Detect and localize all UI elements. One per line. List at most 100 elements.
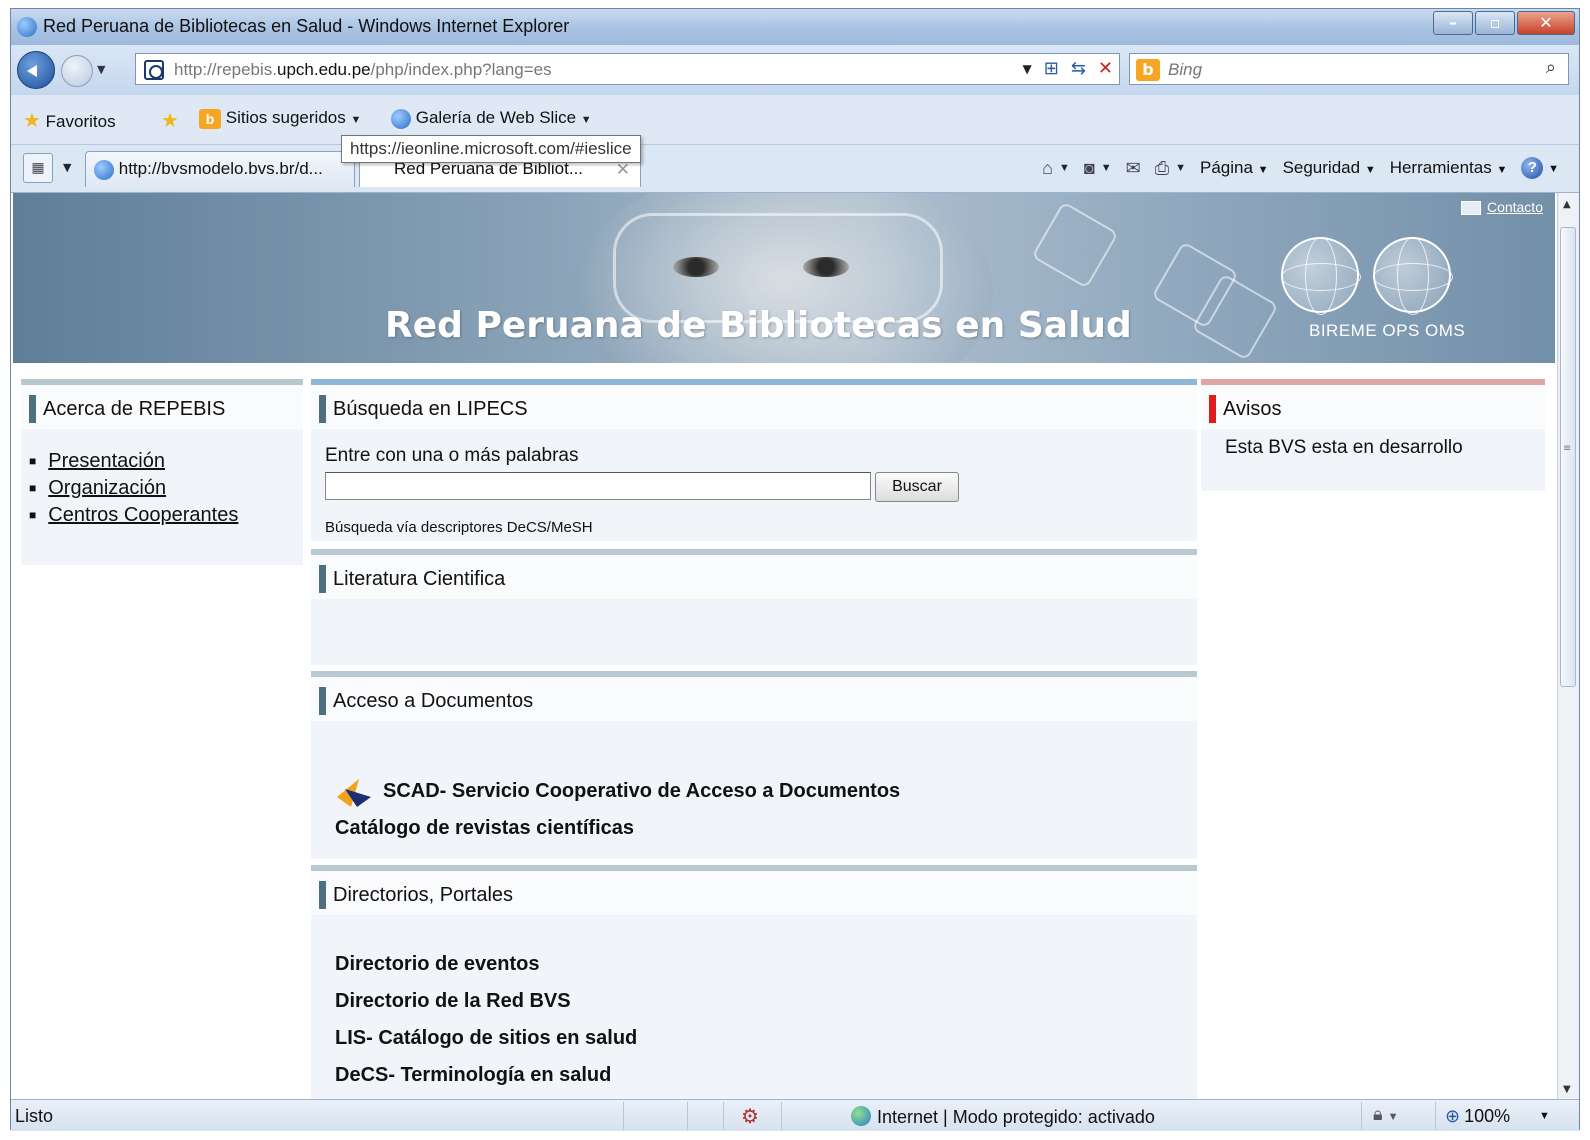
chevron-down-icon[interactable]: ▼ xyxy=(1175,162,1186,174)
forward-button[interactable] xyxy=(61,55,93,87)
organizations-label: BIREME OPS OMS xyxy=(1309,321,1466,340)
print-icon[interactable]: ⎙ xyxy=(1155,158,1169,179)
heading-bar xyxy=(29,395,36,423)
stop-icon[interactable]: ✕ xyxy=(1098,58,1113,79)
directories-heading: Directorios, Portales xyxy=(333,884,514,906)
close-button[interactable]: ✕ xyxy=(1517,11,1575,35)
decs-terminology-link[interactable]: DeCS- Terminología en salud xyxy=(335,1064,611,1087)
presentation-link[interactable]: Presentación xyxy=(48,450,165,472)
chevron-down-icon[interactable]: ▼ xyxy=(1101,162,1112,174)
address-dropdown-icon[interactable]: ▼ xyxy=(1022,58,1031,79)
heading-bar xyxy=(319,565,326,593)
url-host: upch.edu.pe xyxy=(277,60,371,79)
about-heading: Acerca de REPEBIS xyxy=(43,398,226,420)
site-favicon-icon xyxy=(144,60,164,80)
suggested-sites-label: Sitios sugeridos xyxy=(225,108,346,127)
search-box[interactable]: b Bing ⌕ xyxy=(1129,53,1569,85)
ie-page-icon xyxy=(94,159,114,180)
bvs-network-directory-link[interactable]: Directorio de la Red BVS xyxy=(335,990,571,1013)
site-title: Red Peruana de Bibliotecas en Salud xyxy=(385,305,1132,346)
protected-mode-icon[interactable]: 🔒︎ ▼ xyxy=(1373,1104,1398,1125)
decs-search-link[interactable]: Búsqueda vía descriptores DeCS/MeSH xyxy=(325,519,593,536)
window-title: Red Peruana de Bibliotecas en Salud - Wi… xyxy=(43,16,570,36)
journal-catalog-link[interactable]: Catálogo de revistas científicas xyxy=(335,817,634,840)
security-zone[interactable]: Internet | Modo protegido: activado xyxy=(851,1106,1155,1128)
events-directory-link[interactable]: Directorio de eventos xyxy=(335,953,540,976)
status-bar: Listo ⚙ Internet | Modo protegido: activ… xyxy=(11,1099,1579,1131)
panel-header: Acceso a Documentos xyxy=(311,677,1197,721)
search-button[interactable]: Buscar xyxy=(875,472,959,502)
favorites-label: Favoritos xyxy=(45,112,116,131)
notices-panel: Avisos Esta BVS esta en desarrollo xyxy=(1201,379,1545,491)
help-icon: ? xyxy=(1521,157,1544,179)
bing-logo-icon: b xyxy=(1136,59,1160,81)
suggested-sites-button[interactable]: b Sitios sugeridos ▼ xyxy=(199,108,361,129)
search-icon[interactable]: ⌕ xyxy=(1546,57,1556,78)
scroll-up-icon[interactable]: ▲ xyxy=(1563,199,1571,210)
quick-tabs-icon[interactable]: ▦ xyxy=(23,153,53,183)
maximize-button[interactable]: ▫ xyxy=(1475,11,1515,35)
privacy-icon[interactable]: ⚙ xyxy=(741,1104,759,1129)
add-star-icon: ★ xyxy=(161,110,179,132)
web-slice-gallery-button[interactable]: Galería de Web Slice ▼ xyxy=(391,108,592,129)
divider xyxy=(687,1102,688,1130)
tab-bar: ▦ ▼ http://bvsmodelo.bvs.br/d... Red Per… xyxy=(11,145,1579,193)
address-url[interactable]: http://repebis.upch.edu.pe/php/index.php… xyxy=(174,60,552,80)
scad-link[interactable]: SCAD- Servicio Cooperativo de Acceso a D… xyxy=(383,780,900,803)
molecule-decoration xyxy=(1031,201,1119,289)
navigation-bar: ▼ http://repebis.upch.edu.pe/php/index.p… xyxy=(11,45,1579,95)
organization-link[interactable]: Organización xyxy=(48,477,166,499)
home-icon[interactable]: ⌂ xyxy=(1042,158,1053,179)
window-controls: – ▫ ✕ xyxy=(1431,11,1575,35)
address-bar[interactable]: http://repebis.upch.edu.pe/php/index.php… xyxy=(135,53,1120,85)
star-icon: ★ xyxy=(23,110,41,132)
tab-label: http://bvsmodelo.bvs.br/d... xyxy=(118,159,323,178)
chevron-down-icon[interactable]: ▼ xyxy=(1059,162,1070,174)
chevron-down-icon: ▼ xyxy=(1548,163,1559,175)
title-bar: Red Peruana de Bibliotecas en Salud - Wi… xyxy=(11,9,1579,45)
lis-catalog-link[interactable]: LIS- Catálogo de sitios en salud xyxy=(335,1027,637,1050)
minimize-button[interactable]: – xyxy=(1433,11,1473,35)
recent-pages-dropdown-icon[interactable]: ▼ xyxy=(97,63,105,76)
tools-menu[interactable]: Herramientas ▼ xyxy=(1390,158,1508,178)
chevron-down-icon: ▼ xyxy=(350,114,362,126)
contact-label: Contacto xyxy=(1486,199,1543,215)
address-tools: ▼ ⊞ ⇆ ✕ xyxy=(1022,58,1113,79)
literature-panel: Literatura Cientifica xyxy=(311,549,1197,665)
add-favorite-icon[interactable]: ★ xyxy=(161,108,179,133)
chevron-down-icon: ▼ xyxy=(1364,164,1376,176)
zoom-icon: ⊕ xyxy=(1445,1106,1461,1126)
scroll-down-icon[interactable]: ▼ xyxy=(1563,1084,1571,1095)
zone-label: Internet | Modo protegido: activado xyxy=(877,1107,1155,1127)
zoom-control[interactable]: ⊕ 100% xyxy=(1445,1106,1510,1127)
heading-bar xyxy=(319,687,326,715)
compatibility-view-icon[interactable]: ⊞ xyxy=(1044,58,1059,79)
tab-list-dropdown-icon[interactable]: ▼ xyxy=(63,161,71,174)
lipecs-search-input[interactable] xyxy=(325,472,871,500)
safety-menu[interactable]: Seguridad ▼ xyxy=(1283,158,1376,178)
divider xyxy=(1361,1102,1362,1130)
ie-page-icon xyxy=(391,108,411,129)
vertical-scrollbar[interactable]: ▲ ≡ ▼ xyxy=(1557,193,1579,1099)
scroll-grip-icon: ≡ xyxy=(1563,443,1572,454)
page-viewport: Red Peruana de Bibliotecas en Salud Cont… xyxy=(11,193,1557,1099)
directories-panel: Directorios, Portales Directorio de even… xyxy=(311,865,1197,1099)
panel-header: Directorios, Portales xyxy=(311,871,1197,915)
page-menu-label: Página xyxy=(1200,158,1253,177)
favorites-button[interactable]: ★ Favoritos xyxy=(23,108,116,133)
refresh-icon[interactable]: ⇆ xyxy=(1071,58,1086,79)
help-menu[interactable]: ? ▼ xyxy=(1521,157,1559,179)
feeds-icon[interactable]: ◙ xyxy=(1084,158,1095,179)
contact-link[interactable]: Contacto xyxy=(1460,199,1543,216)
back-button[interactable] xyxy=(17,51,55,89)
about-panel: Acerca de REPEBIS Presentación Organizac… xyxy=(21,379,303,565)
close-tab-icon[interactable]: ✕ xyxy=(616,160,630,180)
scroll-thumb[interactable] xyxy=(1560,227,1576,687)
cooperating-centers-link[interactable]: Centros Cooperantes xyxy=(48,504,238,526)
tab-bvsmodelo[interactable]: http://bvsmodelo.bvs.br/d... xyxy=(85,151,355,187)
bireme-globe-icon xyxy=(1281,237,1361,315)
mail-icon[interactable]: ✉ xyxy=(1126,158,1141,179)
zoom-dropdown-icon[interactable]: ▼ xyxy=(1539,1110,1550,1122)
page-menu[interactable]: Página ▼ xyxy=(1200,158,1269,178)
list-item: Centros Cooperantes xyxy=(29,503,238,530)
